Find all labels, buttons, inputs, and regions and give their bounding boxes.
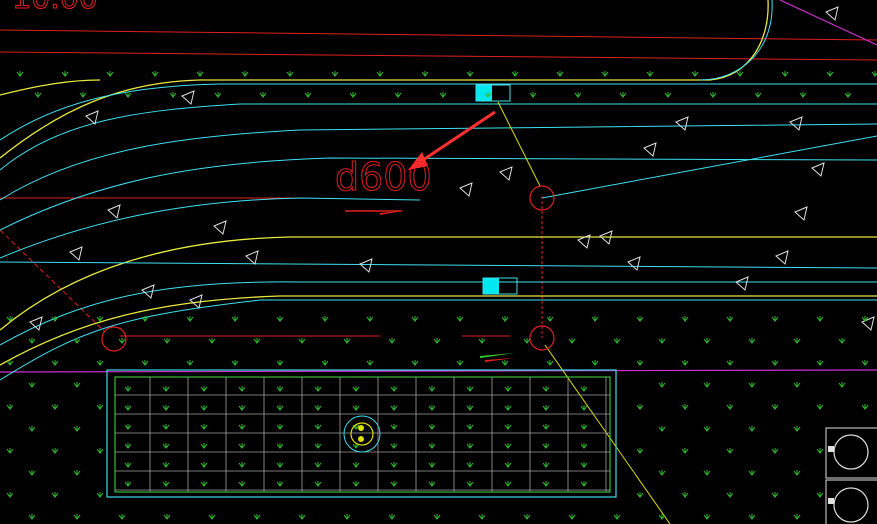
model-space-background bbox=[0, 0, 877, 524]
pipe-diameter-label[interactable]: d600 bbox=[335, 155, 433, 200]
partial-elevation-label: 10.00 bbox=[12, 0, 98, 16]
cad-drawing-canvas[interactable]: 10.00 bbox=[0, 0, 877, 524]
